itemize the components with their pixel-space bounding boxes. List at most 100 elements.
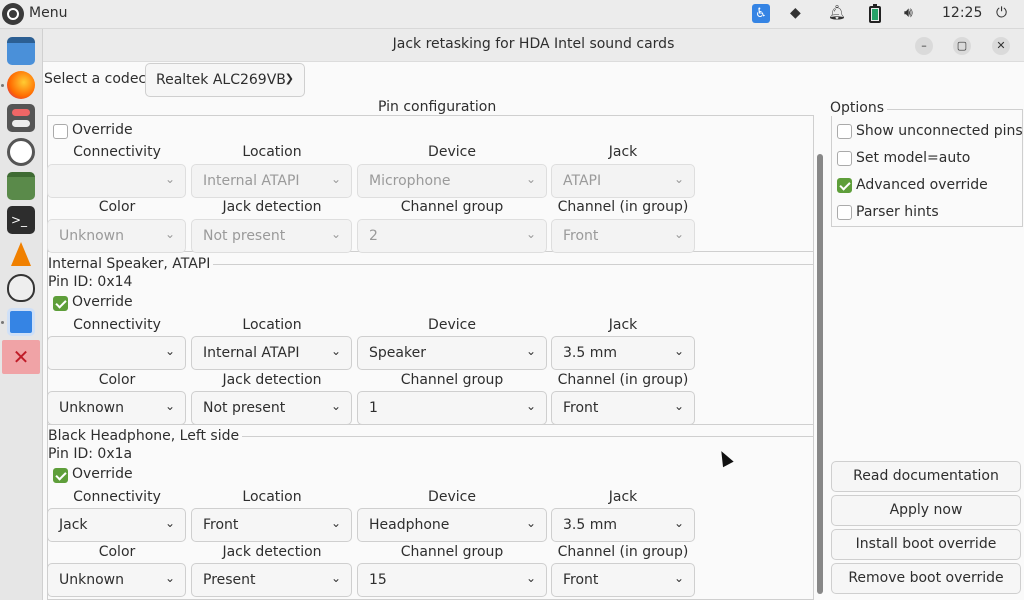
menu-label[interactable]: Menu [29,5,67,21]
channel-in-group-value: Front [563,572,599,588]
chevron-down-icon: ⌄ [330,344,341,358]
show-unconnected-pins-label[interactable]: Show unconnected pins [856,123,1023,139]
jack-select[interactable]: 3.5 mm ⌄ [551,336,695,370]
alien-app-icon[interactable] [7,274,35,302]
override-checkbox[interactable] [53,468,68,483]
clock[interactable]: 12:25 [942,5,982,21]
power-icon[interactable]: ⏻ [996,5,1007,23]
chevron-down-icon: ⌄ [330,172,341,186]
jack-detection-value: Not present [203,400,286,416]
channel-in-group-select[interactable]: Front ⌄ [551,563,695,597]
chevron-down-icon: ⌄ [673,571,684,585]
channel-group-select[interactable]: 2 ⌄ [357,219,547,253]
channel-group-label: Channel group [400,372,504,388]
color-select[interactable]: Unknown ⌄ [47,391,186,425]
device-select[interactable]: Speaker ⌄ [357,336,547,370]
pin-group-0: Override Connectivity Location Device Ja… [47,118,813,253]
connectivity-select[interactable]: Jack ⌄ [47,508,186,542]
override-checkbox[interactable] [53,124,68,139]
set-model-auto-checkbox[interactable] [837,151,852,166]
color-select[interactable]: Unknown ⌄ [47,219,186,253]
scrollbar-thumb[interactable] [817,154,823,594]
connectivity-select[interactable]: ⌄ [47,336,186,370]
chevron-down-icon: ⌄ [525,399,536,413]
channel-in-group-value: Front [563,228,599,244]
pin-id: Pin ID: 0x14 [48,274,133,290]
remove-boot-override-button[interactable]: Remove boot override [831,563,1021,594]
jack-retask-icon[interactable]: ✕ [2,340,40,374]
window-title: Jack retasking for HDA Intel sound cards [392,36,675,52]
maximize-button[interactable]: ▢ [953,37,971,55]
channel-group-value: 1 [369,400,378,416]
codec-select[interactable]: Realtek ALC269VB ❯ [145,63,305,97]
accessibility-icon[interactable]: ♿ [752,4,770,23]
settings-toggle-icon[interactable] [7,104,35,132]
connectivity-select[interactable]: ⌄ [47,164,186,198]
channel-group-select[interactable]: 1 ⌄ [357,391,547,425]
set-model-auto-label[interactable]: Set model=auto [856,150,970,166]
color-select[interactable]: Unknown ⌄ [47,563,186,597]
channel-group-select[interactable]: 15 ⌄ [357,563,547,597]
pin-group-2: Black Headphone, Left side Pin ID: 0x1a … [47,428,813,597]
jack-label: Jack [608,144,638,160]
location-select[interactable]: Front ⌄ [191,508,352,542]
jack-detection-select[interactable]: Not present ⌄ [191,219,352,253]
device-label: Device [428,317,476,333]
minimize-button[interactable]: – [915,37,933,55]
jack-detection-select[interactable]: Not present ⌄ [191,391,352,425]
color-value: Unknown [59,400,124,416]
jack-detection-select[interactable]: Present ⌄ [191,563,352,597]
device-value: Speaker [369,345,426,361]
firefox-icon[interactable] [7,71,35,99]
device-select[interactable]: Microphone ⌄ [357,164,547,198]
override-checkbox[interactable] [53,296,68,311]
menu-logo-icon[interactable] [2,3,24,25]
chevron-down-icon: ⌄ [673,344,684,358]
terminal-icon[interactable]: >_ [7,206,35,234]
connectivity-value: Jack [59,517,88,533]
location-value: Internal ATAPI [203,173,300,189]
apply-now-button[interactable]: Apply now [831,495,1021,526]
bell-icon[interactable]: 🔔︎ [828,5,846,23]
pin-group-name: Internal Speaker, ATAPI [48,256,214,272]
close-button[interactable]: ✕ [992,37,1010,55]
jack-select[interactable]: 3.5 mm ⌄ [551,508,695,542]
jack-label: Jack [608,489,638,505]
override-label: Override [72,122,133,138]
parser-hints-label[interactable]: Parser hints [856,204,939,220]
location-select[interactable]: Internal ATAPI ⌄ [191,336,352,370]
connectivity-label: Connectivity [73,144,161,160]
read-documentation-button[interactable]: Read documentation [831,461,1021,492]
color-label: Color [98,199,136,215]
text-editor-icon[interactable] [7,308,35,336]
color-value: Unknown [59,228,124,244]
title-bar[interactable]: Jack retasking for HDA Intel sound cards… [43,29,1024,62]
vlc-icon[interactable] [7,240,35,268]
install-boot-override-button[interactable]: Install boot override [831,529,1021,560]
chevron-down-icon: ⌄ [673,172,684,186]
volume-icon[interactable]: 🔊︎ [904,5,913,23]
wifi-icon[interactable]: ◆ [790,5,801,23]
show-unconnected-pins-checkbox[interactable] [837,124,852,139]
device-select[interactable]: Headphone ⌄ [357,508,547,542]
jack-label: Jack [608,317,638,333]
chevron-down-icon: ❯ [284,72,294,85]
jack-select[interactable]: ATAPI ⌄ [551,164,695,198]
advanced-override-label[interactable]: Advanced override [856,177,988,193]
desktop-icon[interactable] [7,37,35,65]
clock-icon[interactable] [7,138,35,166]
chevron-down-icon: ⌄ [330,571,341,585]
files-icon[interactable] [7,172,35,200]
pin-configuration-title: Pin configuration [375,99,500,115]
channel-in-group-select[interactable]: Front ⌄ [551,391,695,425]
override-label: Override [72,466,133,482]
battery-icon[interactable] [869,4,881,23]
parser-hints-checkbox[interactable] [837,205,852,220]
dock: >_ ✕ [0,29,43,600]
jack-detection-label: Jack detection [222,544,322,560]
location-select[interactable]: Internal ATAPI ⌄ [191,164,352,198]
advanced-override-checkbox[interactable] [837,178,852,193]
channel-group-value: 2 [369,228,378,244]
jack-value: 3.5 mm [563,517,617,533]
channel-in-group-select[interactable]: Front ⌄ [551,219,695,253]
